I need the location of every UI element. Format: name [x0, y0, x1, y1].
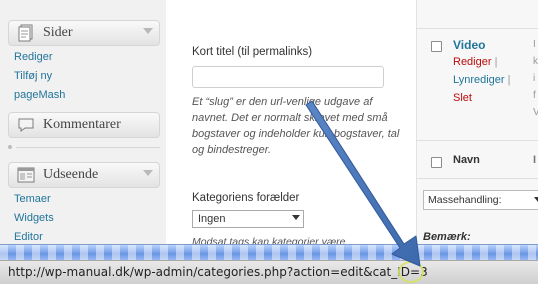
menu-comments-label: Kommentarer [43, 117, 121, 132]
row-action-edit-label[interactable]: Rediger [453, 56, 492, 68]
pages-icon [15, 24, 37, 42]
row-action-quick-edit[interactable]: Lynrediger | [453, 71, 511, 89]
row-description-fragment: f [533, 90, 536, 101]
column-header-name[interactable]: Navn [453, 154, 480, 166]
row-action-edit[interactable]: Rediger | [453, 53, 497, 71]
parent-select-value: Ingen [198, 213, 226, 225]
row-description-fragment: I [533, 39, 536, 50]
sidebar-item-add-page[interactable]: Tilføj ny [14, 67, 52, 85]
row-description-fragment: k [533, 56, 538, 67]
status-url-text: http://wp-manual.dk/wp-admin/categories.… [8, 265, 428, 279]
edit-category-form: Kort titel (til permalinks) Et “slug” er… [166, 0, 416, 250]
row-checkbox[interactable] [431, 41, 442, 52]
menu-separator [16, 147, 160, 148]
slug-help-text: Et “slug” er den url-venlige udgave af n… [192, 96, 400, 156]
appearance-icon [15, 166, 37, 184]
row-divider [417, 140, 538, 141]
row-title-video[interactable]: Video [453, 38, 485, 52]
row-description-fragment: i [533, 73, 536, 84]
chevron-down-icon[interactable] [143, 28, 153, 34]
chevron-down-icon [534, 197, 538, 202]
menu-pages[interactable]: Sider [8, 20, 160, 46]
sidebar-item-pagemash[interactable]: pageMash [14, 86, 65, 104]
slug-input[interactable] [192, 66, 384, 88]
parent-label: Kategoriens forælder [192, 192, 300, 204]
parent-select[interactable]: Ingen [192, 210, 304, 228]
menu-appearance[interactable]: Udseende [8, 162, 160, 188]
sidebar-item-widgets[interactable]: Widgets [14, 209, 54, 227]
loading-progress-bar [0, 244, 538, 261]
select-all-checkbox[interactable] [431, 157, 442, 168]
chevron-down-icon [292, 215, 300, 220]
bulk-actions-label: Massehandling: [428, 194, 502, 206]
action-separator: | [494, 56, 498, 68]
browser-window: Sider Rediger Tilføj ny pageMash Komment… [0, 0, 538, 284]
sidebar-item-edit-pages[interactable]: Rediger [14, 48, 53, 66]
sidebar-item-themes[interactable]: Temaer [14, 190, 51, 208]
note-label: Bemærk: [423, 231, 471, 243]
progress-stripes [0, 245, 538, 261]
bulk-actions-select[interactable]: Massehandling: [423, 190, 538, 210]
browser-status-bar: http://wp-manual.dk/wp-admin/categories.… [0, 260, 538, 284]
slug-label: Kort titel (til permalinks) [192, 46, 313, 58]
menu-pages-label: Sider [43, 25, 73, 40]
menu-comments[interactable]: Kommentarer [8, 112, 160, 138]
admin-sidebar: Sider Rediger Tilføj ny pageMash Komment… [0, 0, 167, 250]
action-separator: | [507, 74, 511, 86]
menu-appearance-label: Udseende [43, 167, 99, 182]
row-action-quick-edit-label[interactable]: Lynrediger [453, 74, 505, 86]
row-description-fragment: V [533, 107, 538, 118]
row-action-delete[interactable]: Slet [453, 89, 472, 107]
collapse-dot[interactable] [8, 145, 12, 149]
row-divider [417, 28, 538, 29]
id-highlight-ring [398, 261, 424, 283]
chevron-down-icon[interactable] [143, 170, 153, 176]
category-list: Video Rediger | Lynrediger | Slet I k i … [416, 0, 538, 250]
comments-icon [15, 116, 37, 134]
row-divider [417, 178, 538, 179]
column-header-fragment: I [533, 154, 537, 166]
